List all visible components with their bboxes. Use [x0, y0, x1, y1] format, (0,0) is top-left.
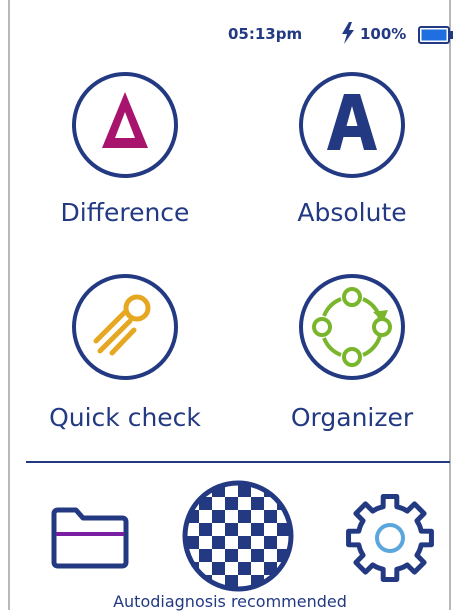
folder-icon [51, 507, 129, 569]
letter-a-icon [299, 72, 405, 178]
battery-icon [418, 26, 453, 44]
difference-label: Difference [60, 198, 190, 227]
files-button[interactable] [50, 506, 130, 570]
comet-icon [72, 274, 178, 380]
delta-icon [72, 72, 178, 178]
autodiagnosis-notice: Autodiagnosis recommended [113, 592, 347, 611]
gear-icon [346, 494, 434, 582]
calibration-button[interactable] [180, 478, 296, 594]
quick-check-label: Quick check [49, 403, 201, 432]
checkerboard-icon [182, 480, 294, 592]
status-bar: 05:13pm 100% [10, 0, 453, 70]
difference-mode-button[interactable]: Difference [25, 70, 225, 240]
settings-button[interactable] [340, 488, 440, 588]
lightning-bolt-icon [342, 22, 354, 44]
divider [26, 461, 450, 463]
battery-fill [421, 29, 447, 41]
left-frame-edge [8, 0, 10, 610]
battery-percent: 100% [360, 25, 407, 43]
absolute-mode-button[interactable]: Absolute [252, 70, 452, 240]
quick-check-mode-button[interactable]: Quick check [25, 272, 225, 442]
absolute-label: Absolute [297, 198, 407, 227]
organizer-label: Organizer [290, 403, 414, 432]
organizer-mode-button[interactable]: Organizer [252, 272, 452, 442]
cycle-icon [299, 274, 405, 380]
clock: 05:13pm [228, 25, 303, 43]
